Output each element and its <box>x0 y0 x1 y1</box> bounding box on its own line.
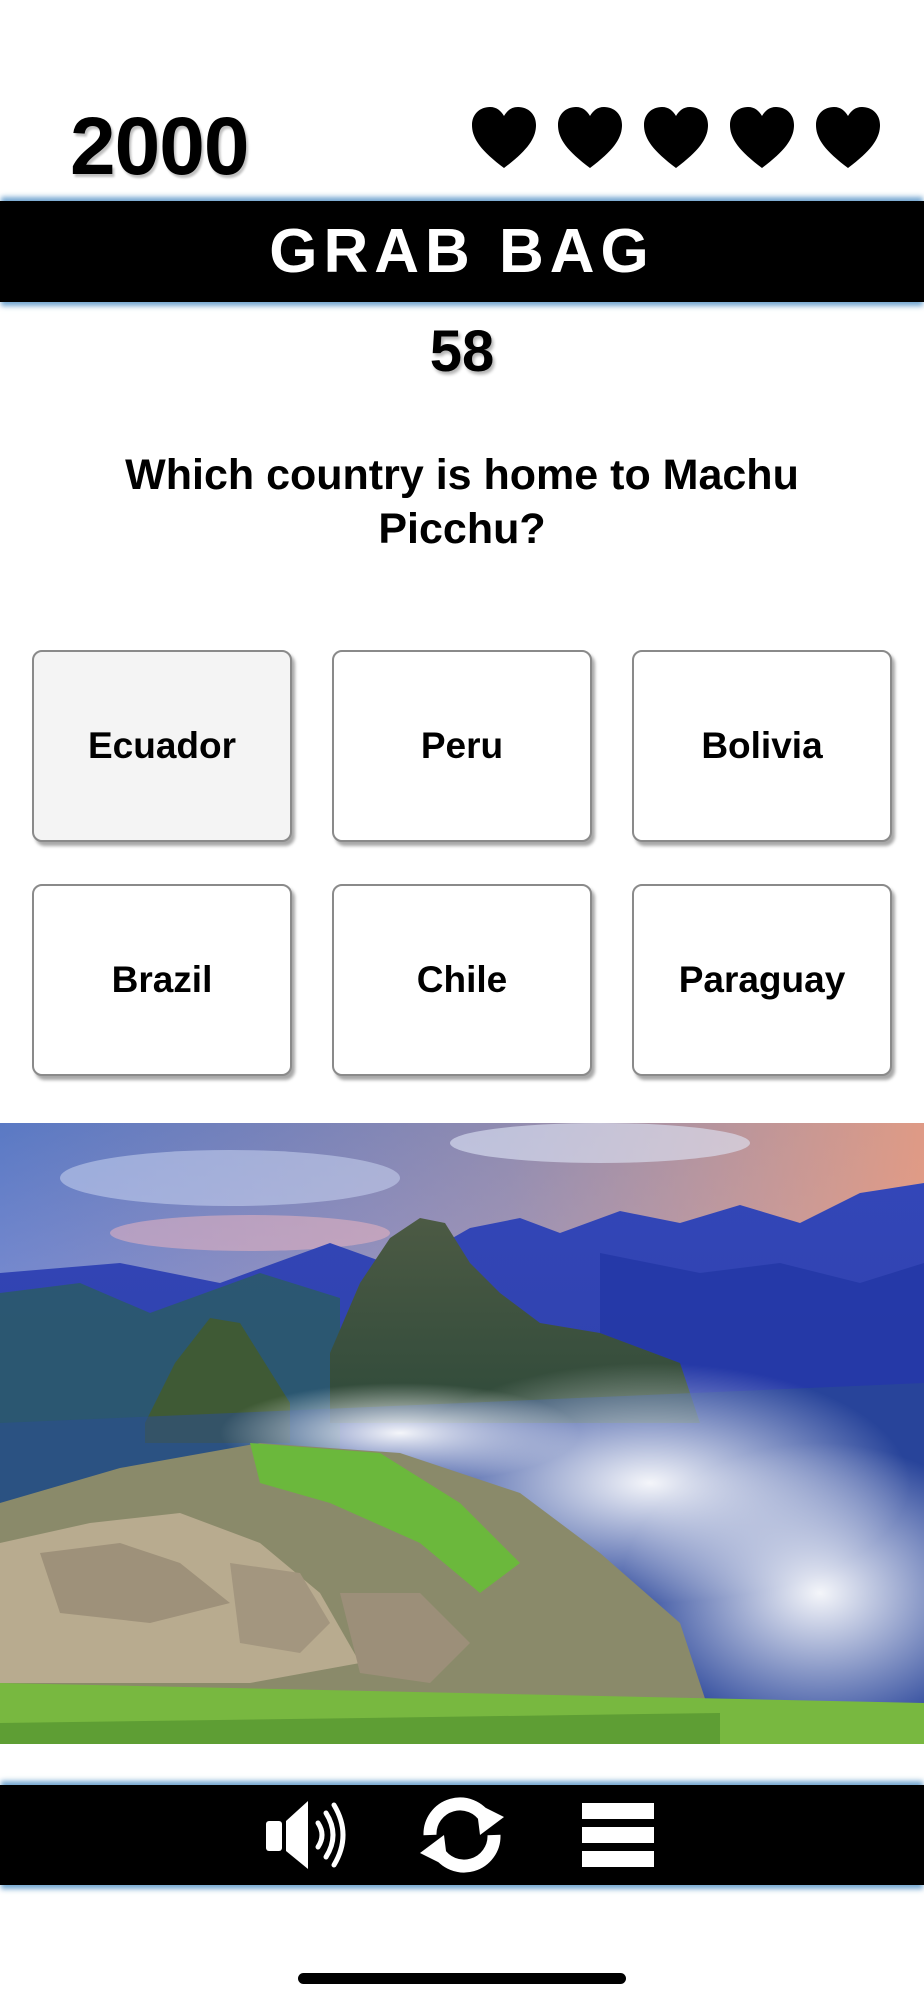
bottom-toolbar <box>0 1785 924 1885</box>
home-indicator[interactable] <box>298 1973 626 1984</box>
answer-button[interactable]: Ecuador <box>32 650 292 842</box>
heart-icon <box>642 106 710 170</box>
lives <box>470 106 882 170</box>
menu-icon[interactable] <box>568 1794 668 1876</box>
category-title: GRAB BAG <box>269 217 655 286</box>
countdown-timer: 58 <box>429 319 495 384</box>
heart-icon <box>556 106 624 170</box>
heart-icon <box>814 106 882 170</box>
refresh-icon[interactable] <box>412 1794 512 1876</box>
heart-icon <box>470 106 538 170</box>
answer-button[interactable]: Bolivia <box>632 650 892 842</box>
answer-button[interactable]: Paraguay <box>632 884 892 1076</box>
question-text: Which country is home to Machu Picchu? <box>125 451 799 553</box>
category-banner: GRAB BAG <box>0 201 924 302</box>
answer-button[interactable]: Brazil <box>32 884 292 1076</box>
question-image <box>0 1123 924 1744</box>
score: 2000 <box>70 101 249 192</box>
answer-button[interactable]: Peru <box>332 650 592 842</box>
answer-grid: Ecuador Peru Bolivia Brazil Chile Paragu… <box>32 650 892 1076</box>
answer-button[interactable]: Chile <box>332 884 592 1076</box>
speaker-icon[interactable] <box>256 1794 356 1876</box>
heart-icon <box>728 106 796 170</box>
